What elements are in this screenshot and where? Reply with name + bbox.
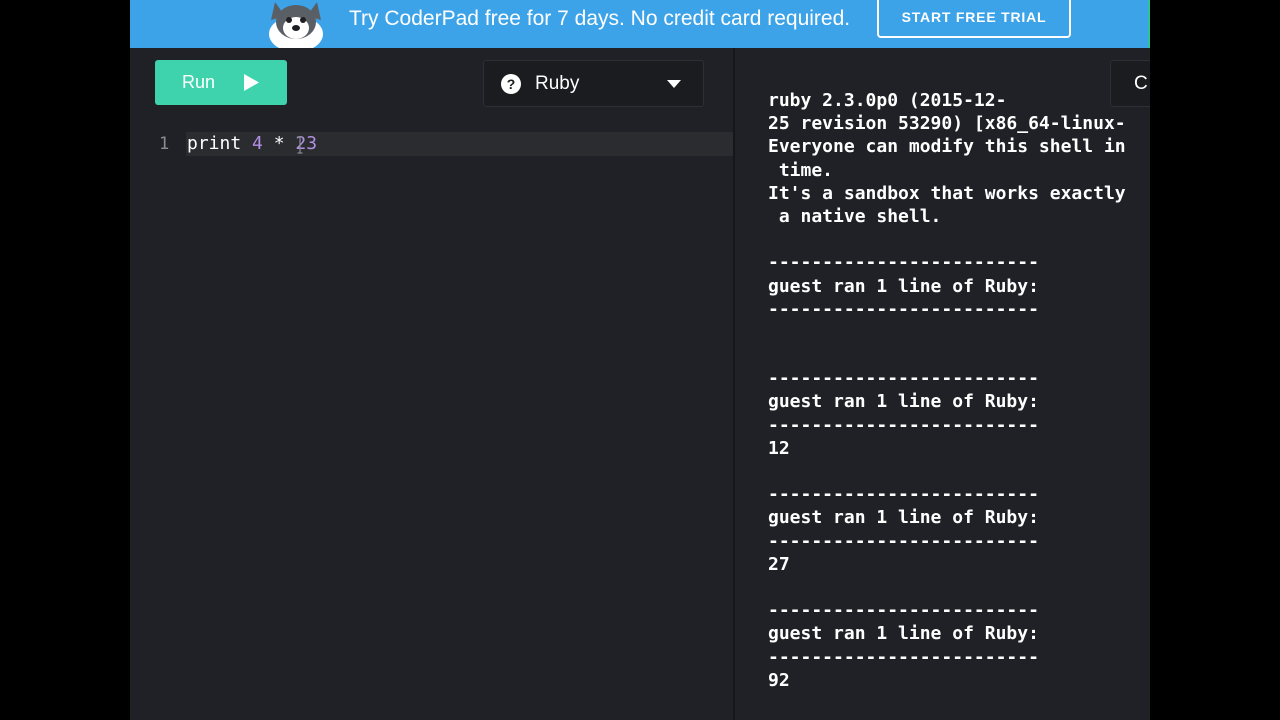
console-line: 25 revision 53290) [x86_64-linux- [768,113,1126,135]
console-line: ------------------------- [768,600,1039,622]
code-editor-panel: Run ? Ruby 1 print 4 * 23 [130,48,733,720]
console-line: guest ran 1 line of Ruby: [768,391,1039,413]
console-line: time. [768,159,834,181]
output-panel: C ruby 2.3.0p0 (2015-12- 25 revision 5329… [735,48,1150,720]
line-number: 1 [159,134,170,154]
code-number: 4 [252,133,263,154]
console-line: ------------------------- [768,646,1039,668]
question-circle-icon[interactable]: ? [501,74,521,94]
husky-mascot-icon [269,2,323,48]
code-area[interactable]: 1 print 4 * 23 [130,130,733,720]
console-line: a native shell. [768,205,942,227]
run-label: Run [182,72,216,92]
coderpad-app: Try CoderPad free for 7 days. No credit … [130,0,1150,720]
console-line: guest ran 1 line of Ruby: [768,623,1039,645]
promo-banner: Try CoderPad free for 7 days. No credit … [130,0,1150,48]
banner-text: Try CoderPad free for 7 days. No credit … [349,7,851,30]
console-line: ruby 2.3.0p0 (2015-12- [768,90,1007,111]
console-line: 27 [768,553,790,575]
letterbox-left [0,0,130,720]
console-line: ------------------------- [768,368,1039,390]
language-select[interactable]: ? Ruby [483,60,704,107]
svg-text:?: ? [507,76,516,92]
banner-edge [1148,0,1150,48]
console-line: ------------------------- [768,484,1039,506]
console-output: ruby 2.3.0p0 (2015-12- 25 revision 53290)… [768,89,1150,720]
console-line: 12 [768,437,790,459]
caret-down-icon [667,80,681,88]
console-line: ------------------------- [768,530,1039,552]
console-line: It's a sandbox that works exactly [768,182,1126,204]
console-line: ------------------------- [768,252,1039,274]
start-free-trial-button[interactable]: START FREE TRIAL [877,0,1071,38]
letterbox-right [1150,0,1280,720]
console-line: ... [768,715,1150,720]
language-label: Ruby [535,73,580,94]
console-line: ------------------------- [768,414,1039,436]
code-operator: * [273,133,285,154]
code-keyword: print [187,133,242,154]
console-line: Everyone can modify this shell in [768,136,1126,158]
console-line: ------------------------- [768,298,1039,320]
run-button[interactable]: Run [155,60,287,105]
console-line: guest ran 1 line of Ruby: [768,275,1039,297]
console-line: guest ran 1 line of Ruby: [768,507,1039,529]
console-line: 92 [768,669,790,691]
ibeam-cursor-icon [297,136,303,154]
play-icon [244,74,259,91]
